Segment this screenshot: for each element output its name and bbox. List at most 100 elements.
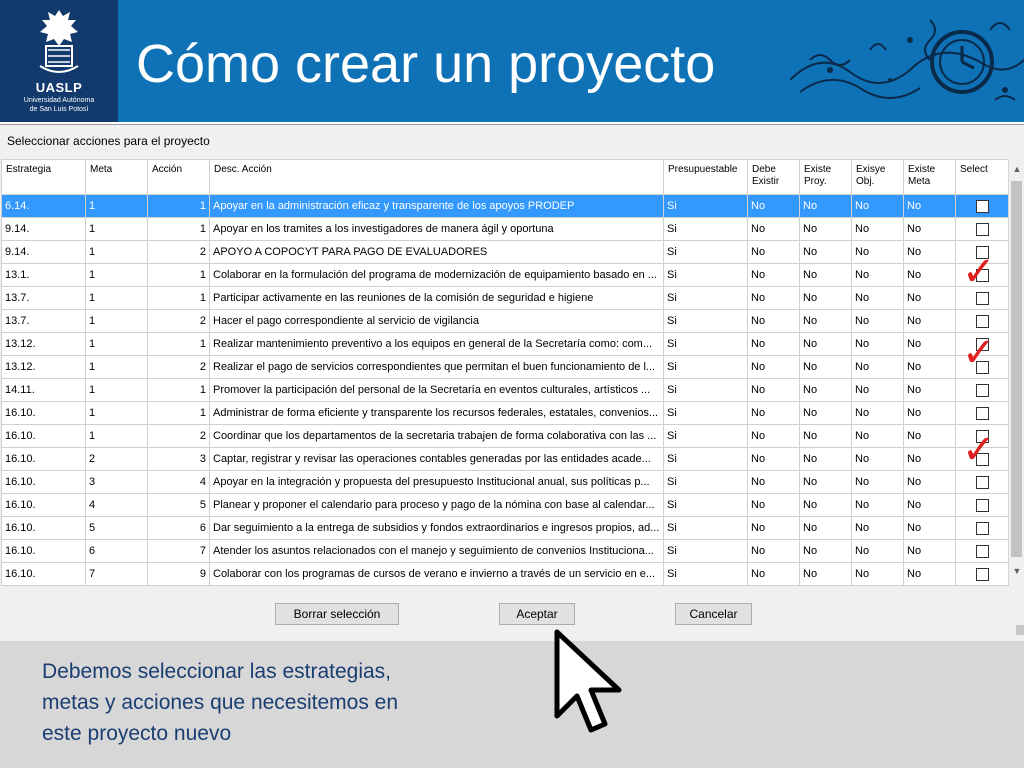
university-crest-icon <box>39 10 79 73</box>
select-checkbox[interactable] <box>975 567 989 581</box>
cell-existe-meta: No <box>903 355 956 379</box>
cell-accion: 9 <box>147 562 210 586</box>
cell-estrategia: 9.14. <box>1 217 86 241</box>
cell-debe-existir: No <box>747 240 800 264</box>
table-row[interactable]: 16.10. 7 9 Colaborar con los programas de c… <box>1 562 1009 586</box>
cell-select <box>955 470 1009 494</box>
scroll-thumb[interactable] <box>1011 181 1022 557</box>
col-existe-meta[interactable]: Existe Meta <box>903 159 956 195</box>
table-row[interactable]: 13.1. 1 1 Colaborar en la formulación del p… <box>1 263 1009 287</box>
scroll-up-icon[interactable]: ▲ <box>1009 161 1024 177</box>
table-row[interactable]: 16.10. 1 2 Coordinar que los departamentos … <box>1 424 1009 448</box>
table-row[interactable]: 14.11. 1 1 Promover la participación del pe… <box>1 378 1009 402</box>
cell-accion: 1 <box>147 217 210 241</box>
cell-existe-obj: No <box>851 355 904 379</box>
cell-estrategia: 16.10. <box>1 562 86 586</box>
cell-debe-existir: No <box>747 194 800 218</box>
table-row[interactable]: 16.10. 4 5 Planear y proponer el calendario… <box>1 493 1009 517</box>
cell-accion: 1 <box>147 401 210 425</box>
select-checkbox[interactable] <box>975 498 989 512</box>
cell-accion: 2 <box>147 309 210 333</box>
cell-existe-proy: No <box>799 378 852 402</box>
cell-select <box>955 217 1009 241</box>
cell-desc-accion: APOYO A COPOCYT PARA PAGO DE EVALUADORES <box>209 240 664 264</box>
cell-estrategia: 16.10. <box>1 470 86 494</box>
table-row[interactable]: 16.10. 5 6 Dar seguimiento a la entrega de … <box>1 516 1009 540</box>
vertical-scrollbar[interactable]: ▲ ▼ <box>1008 159 1024 579</box>
table-row[interactable]: 13.12. 1 1 Realizar mantenimiento preventiv… <box>1 332 1009 356</box>
select-checkbox[interactable] <box>975 222 989 236</box>
cell-estrategia: 9.14. <box>1 240 86 264</box>
cell-meta: 7 <box>85 562 148 586</box>
col-meta[interactable]: Meta <box>85 159 148 195</box>
scroll-down-icon[interactable]: ▼ <box>1009 563 1024 579</box>
cell-existe-proy: No <box>799 217 852 241</box>
cell-presupuestable: Si <box>663 493 748 517</box>
select-checkbox[interactable] <box>975 383 989 397</box>
select-checkbox[interactable] <box>975 406 989 420</box>
slide-header: UASLP Universidad Autónoma de San Luis P… <box>0 0 1024 122</box>
cell-debe-existir: No <box>747 447 800 471</box>
cell-existe-obj: No <box>851 217 904 241</box>
select-checkbox[interactable] <box>975 199 989 213</box>
clear-selection-button[interactable]: Borrar selección <box>275 603 399 625</box>
select-checkbox[interactable] <box>975 475 989 489</box>
cell-desc-accion: Captar, registrar y revisar las operacio… <box>209 447 664 471</box>
accept-button[interactable]: Aceptar <box>499 603 575 625</box>
cell-debe-existir: No <box>747 263 800 287</box>
cell-accion: 1 <box>147 286 210 310</box>
table-row[interactable]: 16.10. 3 4 Apoyar en la integración y propu… <box>1 470 1009 494</box>
col-existe-obj[interactable]: Exisye Obj. <box>851 159 904 195</box>
table-row[interactable]: 9.14. 1 1 Apoyar en los tramites a los inve… <box>1 217 1009 241</box>
cell-desc-accion: Hacer el pago correspondiente al servici… <box>209 309 664 333</box>
cell-accion: 7 <box>147 539 210 563</box>
cell-meta: 1 <box>85 309 148 333</box>
table-row[interactable]: 16.10. 1 1 Administrar de forma eficiente y… <box>1 401 1009 425</box>
table-row[interactable]: 9.14. 1 2 APOYO A COPOCYT PARA PAGO DE EVAL… <box>1 240 1009 264</box>
table-row[interactable]: 13.7. 1 2 Hacer el pago correspondiente al … <box>1 309 1009 333</box>
cell-existe-meta: No <box>903 286 956 310</box>
resize-grip <box>1016 625 1024 635</box>
table-row[interactable]: 6.14. 1 1 Apoyar en la administración efica… <box>1 194 1009 218</box>
col-debe-existir[interactable]: Debe Existir <box>747 159 800 195</box>
cell-existe-obj: No <box>851 424 904 448</box>
cell-desc-accion: Promover la participación del personal d… <box>209 378 664 402</box>
table-row[interactable]: 16.10. 2 3 Captar, registrar y revisar las … <box>1 447 1009 471</box>
cell-existe-proy: No <box>799 332 852 356</box>
col-accion[interactable]: Acción <box>147 159 210 195</box>
cell-meta: 1 <box>85 378 148 402</box>
cell-presupuestable: Si <box>663 424 748 448</box>
col-desc-accion[interactable]: Desc. Acción <box>209 159 664 195</box>
cell-accion: 2 <box>147 355 210 379</box>
cell-accion: 3 <box>147 447 210 471</box>
cell-debe-existir: No <box>747 378 800 402</box>
cell-accion: 1 <box>147 378 210 402</box>
select-checkbox[interactable] <box>975 314 989 328</box>
col-select[interactable]: Select <box>955 159 1009 195</box>
cell-presupuestable: Si <box>663 516 748 540</box>
cell-existe-obj: No <box>851 263 904 287</box>
cell-existe-proy: No <box>799 286 852 310</box>
col-existe-proy[interactable]: Existe Proy. <box>799 159 852 195</box>
cell-meta: 2 <box>85 447 148 471</box>
select-checkbox[interactable] <box>975 521 989 535</box>
table-row[interactable]: 13.12. 1 2 Realizar el pago de servicios co… <box>1 355 1009 379</box>
table-row[interactable]: 16.10. 6 7 Atender los asuntos relacionados… <box>1 539 1009 563</box>
annotation-check-icon: ✓ <box>962 249 996 295</box>
cell-estrategia: 6.14. <box>1 194 86 218</box>
cell-debe-existir: No <box>747 516 800 540</box>
cancel-button[interactable]: Cancelar <box>675 603 752 625</box>
cell-debe-existir: No <box>747 332 800 356</box>
cell-existe-meta: No <box>903 562 956 586</box>
cell-existe-meta: No <box>903 240 956 264</box>
cell-existe-meta: No <box>903 470 956 494</box>
cell-debe-existir: No <box>747 493 800 517</box>
col-estrategia[interactable]: Estrategia <box>1 159 86 195</box>
col-presupuestable[interactable]: Presupuestable <box>663 159 748 195</box>
select-checkbox[interactable] <box>975 544 989 558</box>
cell-debe-existir: No <box>747 286 800 310</box>
cell-presupuestable: Si <box>663 309 748 333</box>
cell-estrategia: 13.12. <box>1 332 86 356</box>
table-row[interactable]: 13.7. 1 1 Participar activamente en las reu… <box>1 286 1009 310</box>
cell-meta: 6 <box>85 539 148 563</box>
